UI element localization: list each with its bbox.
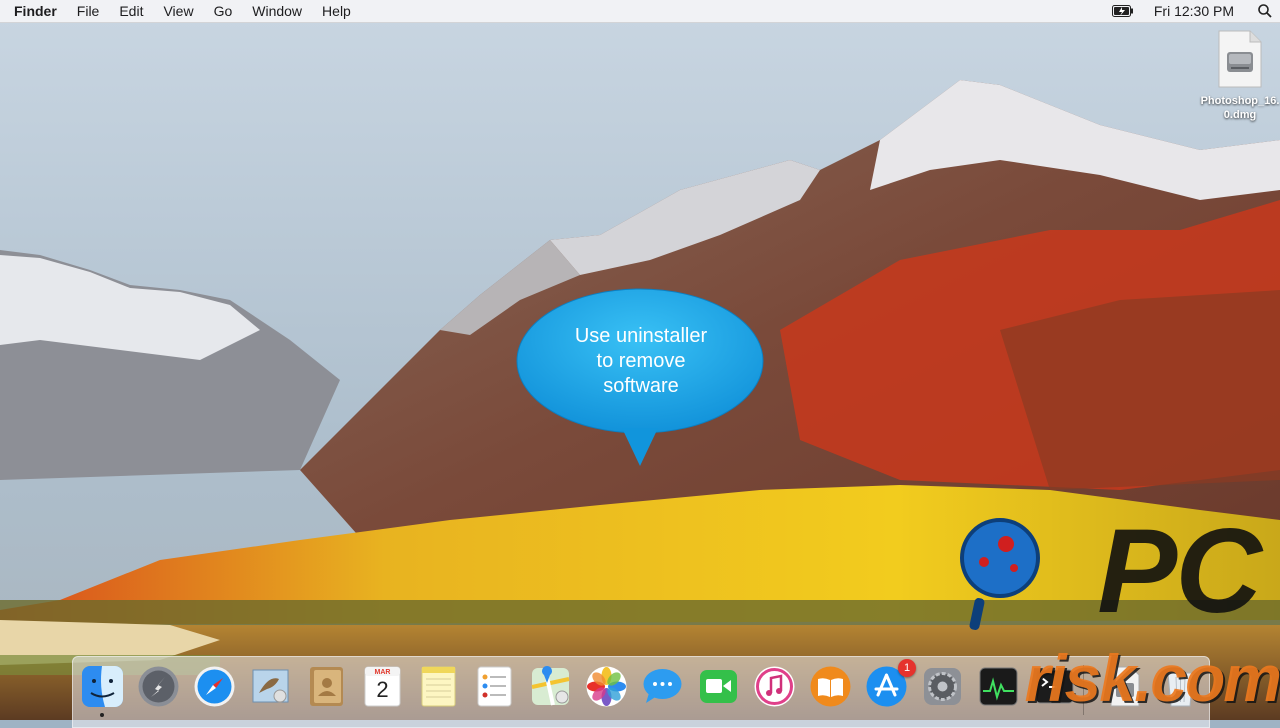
- app-store-icon[interactable]: 1: [865, 659, 916, 708]
- safari-icon[interactable]: [193, 665, 236, 708]
- battery-charging-icon[interactable]: [1102, 0, 1144, 22]
- menu-bar: Finder File Edit View Go Window Help Fri…: [0, 0, 1280, 23]
- pcrisk-watermark: PC risk.com: [950, 504, 1280, 720]
- reminders-icon[interactable]: [473, 665, 516, 708]
- ibooks-icon[interactable]: [809, 665, 852, 708]
- mail-icon[interactable]: [249, 665, 292, 708]
- menu-clock[interactable]: Fri 12:30 PM: [1144, 3, 1250, 19]
- calendar-icon[interactable]: MAR 2: [361, 665, 404, 708]
- notes-icon[interactable]: [417, 665, 460, 708]
- calendar-month: MAR: [374, 669, 391, 676]
- itunes-icon[interactable]: [753, 665, 796, 708]
- photos-icon[interactable]: [585, 665, 628, 708]
- launchpad-icon[interactable]: [137, 665, 180, 708]
- facetime-icon[interactable]: [697, 665, 740, 708]
- calendar-day: 2: [376, 677, 389, 702]
- disk-image-icon: [1218, 30, 1262, 88]
- desktop-file-label: Photoshop_16.0.dmg: [1200, 95, 1280, 121]
- watermark-brand-bottom: risk.com: [1024, 641, 1280, 715]
- menu-go[interactable]: Go: [204, 0, 243, 22]
- maps-icon[interactable]: [529, 665, 572, 708]
- running-indicator: [100, 713, 104, 717]
- desktop-file-photoshop-dmg[interactable]: Photoshop_16.0.dmg: [1200, 30, 1280, 122]
- magnifier-logo-icon: [960, 518, 1040, 630]
- menu-app-name[interactable]: Finder: [0, 0, 67, 22]
- menu-help[interactable]: Help: [312, 0, 361, 22]
- spotlight-search-icon[interactable]: [1250, 0, 1280, 22]
- watermark-brand-top: PC: [1097, 504, 1262, 638]
- notification-badge: 1: [898, 659, 916, 677]
- messages-icon[interactable]: [641, 665, 684, 708]
- callout-text: Use uninstaller to remove software: [574, 325, 708, 397]
- speech-bubble-callout: Use uninstaller to remove software: [516, 288, 766, 468]
- finder-icon[interactable]: [81, 665, 124, 717]
- menu-edit[interactable]: Edit: [109, 0, 153, 22]
- contacts-icon[interactable]: [305, 665, 348, 708]
- menu-file[interactable]: File: [67, 0, 110, 22]
- menu-window[interactable]: Window: [242, 0, 312, 22]
- menu-view[interactable]: View: [153, 0, 203, 22]
